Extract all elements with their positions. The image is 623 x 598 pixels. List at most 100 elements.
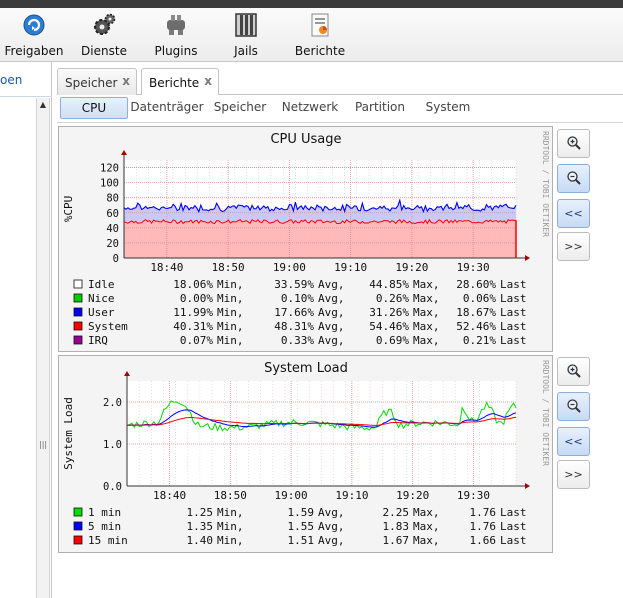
left-panel-link[interactable]: oen [0,73,22,87]
subtab-system[interactable]: System [420,97,476,119]
window-top-strip [0,0,623,8]
tab-berichte[interactable]: Berichte x [141,68,219,96]
cpu-legend-max-word: Max, [413,320,440,333]
cpu-legend-name: IRQ [88,334,108,347]
load-y-tick-label: 0.0 [103,481,122,493]
toolbar-label: Berichte [294,44,346,58]
load-ylabel: System Load [62,397,75,470]
load-x-tick-label: 18:50 [214,489,247,502]
cpu-legend-avg-word: Avg, [318,306,345,319]
load-legend-last-word: Last [500,520,527,533]
load-x-tick-label: 18:40 [153,489,186,502]
toolbar-button-dienste[interactable]: Dienste [76,12,132,60]
cpu-legend-last: 18.67% [456,306,496,319]
load-title: System Load [264,361,348,376]
cpu-x-tick-label: 19:20 [395,261,428,274]
subtab-netzwerk[interactable]: Netzwerk [280,97,340,119]
cpu-legend-last: 0.21% [463,334,496,347]
cpu-usage-chart-svg: CPU Usage RRDTOOL / TOBI OETIKER %CPU 18:40… [62,131,550,347]
zoom-out-button[interactable] [557,164,590,193]
load-legend-avg: 1.51 [288,534,315,547]
toolbar-button-freigaben[interactable]: Freigaben [4,12,64,60]
cpu-legend-min: 0.00% [180,292,213,305]
load-legend-max: 2.25 [383,506,410,519]
splitter-grip-icon[interactable]: ||| [39,440,47,450]
load-legend-max-word: Max, [413,520,440,533]
cpu-legend-avg: 33.59% [274,278,314,291]
zoom-in-button[interactable] [557,357,590,386]
cpu-x-tick-label: 18:50 [212,261,245,274]
previous-period-button[interactable]: << [557,199,590,228]
cpu-legend-max: 0.69% [376,334,409,347]
next-period-button[interactable]: >> [557,460,590,489]
subtab-partition[interactable]: Partition [350,97,410,119]
gears-icon [94,13,116,35]
load-legend-min-word: Min, [217,534,244,547]
cpu-legend-min: 18.06% [173,278,213,291]
subtab-datentraeger[interactable]: Datenträger [130,97,204,119]
load-watermark: RRDTOOL / TOBI OETIKER [541,360,550,466]
cpu-legend-last-word: Last [500,278,527,291]
cpu-legend-max: 54.46% [369,320,409,333]
load-legend-swatch [73,521,83,531]
cpu-title: CPU Usage [270,132,341,147]
load-legend-max-word: Max, [413,506,440,519]
load-legend-last: 1.66 [470,534,497,547]
left-panel-divider [0,96,52,97]
zoom-out-icon [566,171,581,185]
load-legend-min-word: Min, [217,520,244,533]
toolbar-button-plugins[interactable]: Plugins [148,12,204,60]
cpu-legend-avg: 0.10% [281,292,314,305]
load-legend-last: 1.76 [470,520,497,533]
report-icon [311,13,329,37]
cpu-x-tick-label: 18:40 [150,261,183,274]
cpu-legend-max-word: Max, [413,306,440,319]
cpu-legend-avg: 48.31% [274,320,314,333]
toolbar-button-berichte[interactable]: Berichte [290,12,350,60]
load-legend-name: 1 min [88,506,121,519]
cpu-legend-min-word: Min, [217,320,244,333]
load-legend-max-word: Max, [413,534,440,547]
tab-label: Speicher [65,76,118,90]
cpu-legend-min-word: Min, [217,292,244,305]
cpu-legend-max: 0.26% [376,292,409,305]
cpu-legend-max: 44.85% [369,278,409,291]
load-x-axis-arrow-icon [525,483,530,489]
load-legend-max: 1.67 [383,534,410,547]
cpu-legend-avg: 0.33% [281,334,314,347]
cpu-legend-max: 31.26% [369,306,409,319]
cpu-x-axis-arrow-icon [525,255,530,261]
cpu-legend-swatch [73,293,83,303]
zoom-in-button[interactable] [557,129,590,158]
cpu-legend-swatch [73,321,83,331]
subtab-speicher[interactable]: Speicher [210,97,270,119]
cpu-legend-last: 28.60% [456,278,496,291]
cpu-legend-swatch [73,279,83,289]
cpu-legend-last-word: Last [500,306,527,319]
close-tab-icon[interactable]: x [122,74,130,88]
load-legend-avg-word: Avg, [318,506,345,519]
load-legend-min-word: Min, [217,506,244,519]
zoom-in-icon [566,364,581,378]
scroll-up-arrow-icon[interactable]: ▲ [37,98,49,112]
left-panel-scrollbar[interactable]: ▲ ||| [36,98,50,598]
toolbar-button-jails[interactable]: Jails [220,12,272,60]
subtab-cpu[interactable]: CPU [60,97,128,119]
tab-speicher[interactable]: Speicher x [57,68,137,95]
cpu-y-tick-label: 80 [106,193,119,205]
cpu-legend-avg-word: Avg, [318,334,345,347]
close-tab-icon[interactable]: x [204,74,212,88]
cpu-legend-min: 11.99% [173,306,213,319]
zoom-out-button[interactable] [557,392,590,421]
cpu-x-tick-label: 19:10 [334,261,367,274]
load-y-axis-arrow-icon [124,371,130,376]
report-category-tabs: CPU Datenträger Speicher Netzwerk Partit… [57,95,623,123]
cpu-y-tick-label: 60 [106,208,119,220]
cpu-y-tick-label: 20 [106,238,119,250]
previous-period-button[interactable]: << [557,427,590,456]
zoom-in-icon [566,136,581,150]
cpu-legend-max-word: Max, [413,278,440,291]
share-icon [23,14,45,36]
cpu-y-tick-label: 120 [100,163,119,175]
next-period-button[interactable]: >> [557,232,590,261]
